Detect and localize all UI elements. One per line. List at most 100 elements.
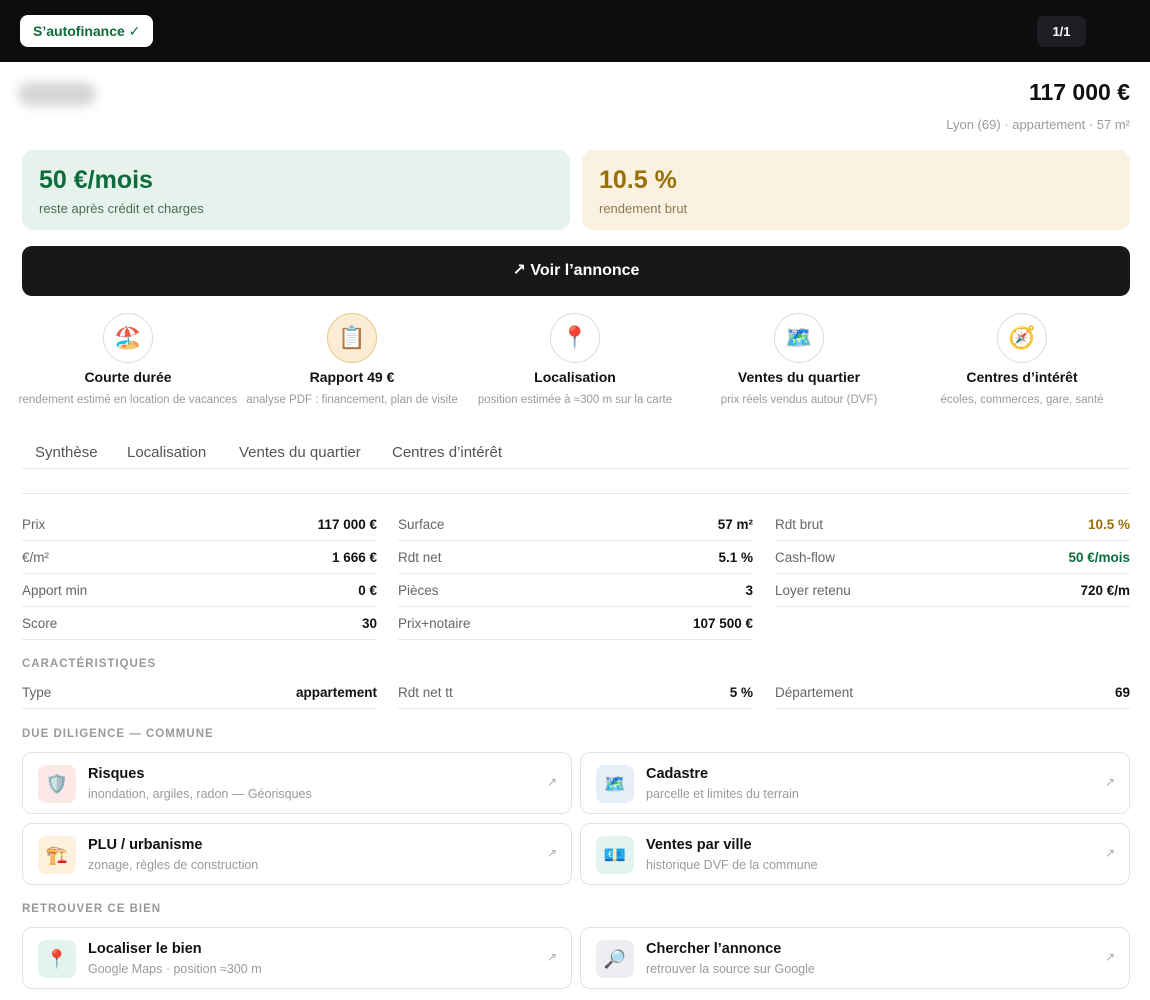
beach-umbrella-icon: 🏖️ bbox=[103, 313, 153, 363]
stat-row: Prix 117 000 € bbox=[22, 508, 377, 541]
stat-value: 10.5 % bbox=[1087, 516, 1130, 532]
self-financing-badge[interactable]: S’autofinance ✓ bbox=[20, 15, 154, 47]
card-plu-urbanisme[interactable]: 🏗️ PLU / urbanisme zonage, règles de con… bbox=[22, 823, 572, 885]
stat-row: Rdt net 5.1 % bbox=[398, 541, 753, 574]
feature-title: Localisation bbox=[534, 369, 616, 385]
clipboard-icon: 📋 bbox=[327, 313, 377, 363]
map-icon: 🗺️ bbox=[596, 765, 634, 803]
stat-label: Prix+notaire bbox=[398, 615, 471, 631]
section-heading-characteristics: CARACTÉRISTIQUES bbox=[22, 658, 157, 670]
cashflow-label: reste après crédit et charges bbox=[39, 201, 204, 216]
stat-value: 50 €/mois bbox=[1068, 549, 1130, 565]
stat-value: 5 % bbox=[729, 684, 753, 700]
map-pin-icon: 📍 bbox=[38, 940, 76, 978]
feature-report[interactable]: 📋 Rapport 49 € analyse PDF : financement… bbox=[242, 313, 462, 407]
stat-label: Pièces bbox=[398, 582, 439, 598]
stat-label: Apport min bbox=[22, 582, 88, 598]
feature-points-of-interest[interactable]: 🧭 Centres d’intérêt écoles, commerces, g… bbox=[912, 313, 1132, 407]
feature-location[interactable]: 📍 Localisation position estimée à ≈300 m… bbox=[465, 313, 685, 407]
card-title: Cadastre bbox=[646, 766, 709, 782]
card-subtitle: Google Maps · position ≈300 m bbox=[88, 962, 262, 976]
card-subtitle: retrouver la source sur Google bbox=[646, 962, 815, 976]
feature-subtitle: rendement estimé en location de vacances bbox=[18, 394, 238, 406]
tab-localisation[interactable]: Localisation bbox=[127, 444, 206, 461]
stat-value: 107 500 € bbox=[692, 615, 753, 631]
blurred-title bbox=[18, 82, 96, 106]
feature-title: Centres d’intérêt bbox=[966, 369, 1078, 385]
stat-value: 0 € bbox=[358, 582, 377, 598]
stat-value: 1 666 € bbox=[331, 549, 377, 565]
external-link-icon: ↗ bbox=[1104, 775, 1115, 789]
card-ventes-par-ville[interactable]: 💶 Ventes par ville historique DVF de la … bbox=[580, 823, 1130, 885]
stat-row: Cash-flow 50 €/mois bbox=[775, 541, 1130, 574]
card-title: Risques bbox=[88, 766, 145, 782]
card-title: Localiser le bien bbox=[88, 941, 202, 957]
stat-value: 3 bbox=[745, 582, 753, 598]
card-chercher-annonce[interactable]: 🔎 Chercher l’annonce retrouver la source… bbox=[580, 927, 1130, 989]
listing-price: 117 000 € bbox=[1028, 79, 1130, 105]
feature-title: Rapport 49 € bbox=[309, 369, 395, 385]
stat-row: Rdt net tt 5 % bbox=[398, 676, 753, 709]
external-link-icon: ↗ bbox=[1104, 846, 1115, 860]
stat-value: 117 000 € bbox=[317, 516, 377, 532]
stat-label: Score bbox=[22, 615, 58, 631]
stat-value: 5.1 % bbox=[718, 549, 753, 565]
stat-value: 720 €/m bbox=[1080, 582, 1130, 598]
stat-label: Rdt brut bbox=[775, 516, 824, 532]
crane-icon: 🏗️ bbox=[38, 836, 76, 874]
stat-value: 30 bbox=[361, 615, 377, 631]
feature-short-stay[interactable]: 🏖️ Courte durée rendement estimé en loca… bbox=[18, 313, 238, 407]
stat-row: €/m² 1 666 € bbox=[22, 541, 377, 574]
external-link-icon: ↗ bbox=[546, 775, 557, 789]
feature-subtitle: position estimée à ≈300 m sur la carte bbox=[477, 394, 673, 406]
stat-label: Rdt net bbox=[398, 549, 442, 565]
stat-label: €/m² bbox=[22, 549, 49, 565]
stat-value: 69 bbox=[1114, 684, 1130, 700]
stat-row: Rdt brut 10.5 % bbox=[775, 508, 1130, 541]
feature-title: Courte durée bbox=[84, 369, 172, 385]
stat-row: Surface 57 m² bbox=[398, 508, 753, 541]
external-link-icon: ↗ bbox=[546, 950, 557, 964]
external-link-icon: ↗ bbox=[546, 846, 557, 860]
yield-value: 10.5 % bbox=[599, 166, 677, 194]
stat-label: Cash-flow bbox=[775, 549, 836, 565]
stat-label: Rdt net tt bbox=[398, 684, 453, 700]
feature-subtitle: analyse PDF : financement, plan de visit… bbox=[246, 394, 458, 406]
top-bar: S’autofinance ✓ 1/1 bbox=[0, 0, 1150, 62]
view-listing-button[interactable]: ↗ Voir l’annonce bbox=[22, 246, 1130, 296]
stat-row: Prix+notaire 107 500 € bbox=[398, 607, 753, 640]
section-heading-due-diligence: DUE DILIGENCE — COMMUNE bbox=[22, 728, 214, 740]
stat-label: Surface bbox=[398, 516, 445, 532]
card-title: Ventes par ville bbox=[646, 837, 752, 853]
stat-row: Département 69 bbox=[775, 676, 1130, 709]
tab-bar: Synthèse Localisation Ventes du quartier… bbox=[22, 436, 1130, 469]
listing-location: Lyon (69) · appartement · 57 m² bbox=[946, 117, 1130, 132]
cashflow-value: 50 €/mois bbox=[39, 166, 153, 194]
magnifier-icon: 🔎 bbox=[596, 940, 634, 978]
compass-icon: 🧭 bbox=[997, 313, 1047, 363]
shield-icon: 🛡️ bbox=[38, 765, 76, 803]
stat-row: Apport min 0 € bbox=[22, 574, 377, 607]
card-subtitle: parcelle et limites du terrain bbox=[646, 787, 799, 801]
yield-kpi-card: 10.5 % rendement brut bbox=[582, 150, 1130, 230]
stat-value: 57 m² bbox=[717, 516, 753, 532]
card-subtitle: zonage, règles de construction bbox=[88, 858, 259, 872]
tab-ventes-quartier[interactable]: Ventes du quartier bbox=[239, 444, 361, 461]
tab-synthese[interactable]: Synthèse bbox=[35, 444, 98, 461]
tab-centres-interet[interactable]: Centres d’intérêt bbox=[392, 444, 502, 461]
stat-label: Prix bbox=[22, 516, 46, 532]
card-subtitle: historique DVF de la commune bbox=[646, 858, 818, 872]
feature-title: Ventes du quartier bbox=[737, 369, 861, 385]
external-link-icon: ↗ bbox=[1104, 950, 1115, 964]
card-localiser-bien[interactable]: 📍 Localiser le bien Google Maps · positi… bbox=[22, 927, 572, 989]
card-cadastre[interactable]: 🗺️ Cadastre parcelle et limites du terra… bbox=[580, 752, 1130, 814]
stat-row: Loyer retenu 720 €/m bbox=[775, 574, 1130, 607]
card-risques[interactable]: 🛡️ Risques inondation, argiles, radon — … bbox=[22, 752, 572, 814]
stat-label: Type bbox=[22, 684, 52, 700]
cashflow-kpi-card: 50 €/mois reste après crédit et charges bbox=[22, 150, 570, 230]
yield-label: rendement brut bbox=[599, 201, 688, 216]
divider bbox=[22, 493, 1130, 494]
feature-neighborhood-sales[interactable]: 🗺️ Ventes du quartier prix réels vendus … bbox=[689, 313, 909, 407]
card-subtitle: inondation, argiles, radon — Géorisques bbox=[88, 787, 312, 801]
stat-label: Loyer retenu bbox=[775, 582, 851, 598]
